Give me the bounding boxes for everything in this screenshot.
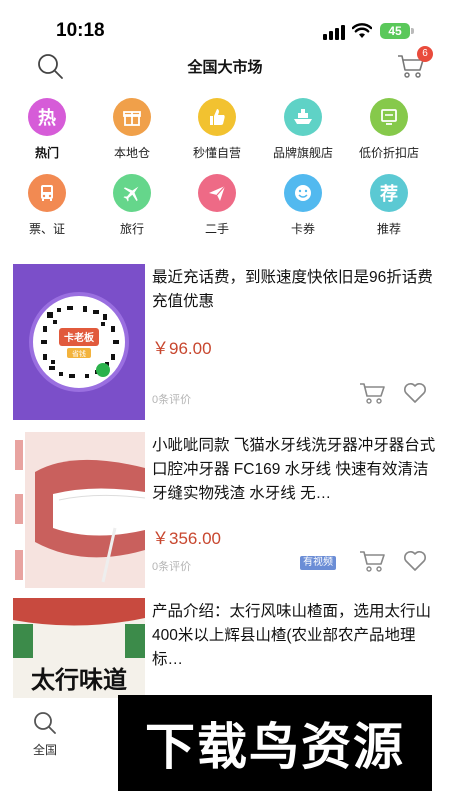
video-badge: 有视频 — [300, 556, 336, 570]
category-grid: 热 热门 本地仓 秒懂自营 品牌旗舰店 低价折扣店 票、证 旅行 二手 卡券 荐… — [0, 98, 450, 252]
page-title: 全国大市场 — [187, 59, 263, 76]
product-reviews: 0条评价 — [152, 394, 192, 406]
category-label: 热门 — [34, 146, 59, 160]
category-label: 票、证 — [28, 222, 65, 236]
header: 全国大市场 6 — [0, 46, 450, 86]
category-recommend[interactable]: 荐 推荐 — [349, 174, 429, 237]
category-label: 秒懂自营 — [192, 146, 241, 160]
paper-plane-icon — [198, 174, 236, 212]
recommend-icon: 荐 — [370, 174, 408, 212]
category-brand-store[interactable]: 品牌旗舰店 — [263, 98, 343, 161]
signal-icon — [323, 24, 345, 40]
add-to-cart-icon[interactable] — [358, 380, 388, 406]
product-title[interactable]: 小呲呲同款 飞猫水牙线洗牙器冲牙器台式口腔冲牙器 FC169 水牙线 快速有效清… — [152, 434, 437, 506]
add-to-cart-icon[interactable] — [358, 548, 388, 574]
smile-icon — [284, 174, 322, 212]
product-thumbnail[interactable] — [13, 432, 145, 588]
product-thumbnail[interactable]: 卡老板 省钱 — [13, 264, 145, 420]
status-time: 10:18 — [56, 20, 105, 41]
wifi-icon — [352, 23, 372, 38]
category-hot[interactable]: 热 热门 — [7, 98, 87, 161]
airplane-icon — [113, 174, 151, 212]
category-second-hand[interactable]: 二手 — [177, 174, 257, 237]
thumb-sub-text: 省钱 — [72, 349, 86, 358]
category-label: 低价折扣店 — [358, 146, 419, 160]
product-thumbnail[interactable]: 太行味道 — [13, 598, 145, 698]
battery-level: 45 — [380, 23, 410, 39]
watermark-text: 下载鸟资源 — [145, 718, 405, 776]
category-label: 二手 — [204, 222, 229, 236]
category-local-warehouse[interactable]: 本地仓 — [92, 98, 172, 161]
search-icon — [34, 712, 56, 734]
watermark: 下载鸟资源 — [118, 695, 432, 791]
gift-icon — [113, 98, 151, 136]
product-price: ￥356.00 — [152, 529, 221, 548]
nav-home-tab[interactable]: 全国 — [28, 710, 62, 758]
category-row: 热 热门 本地仓 秒懂自营 品牌旗舰店 低价折扣店 — [0, 98, 450, 176]
category-self-operated[interactable]: 秒懂自营 — [177, 98, 257, 161]
battery-tip — [411, 28, 414, 34]
favorite-icon[interactable] — [403, 550, 427, 572]
category-label: 推荐 — [376, 222, 401, 236]
ship-icon — [284, 98, 322, 136]
product-title[interactable]: 最近充话费，到账速度快依旧是96折话费充值优惠 — [152, 266, 437, 314]
screen-icon — [370, 98, 408, 136]
category-travel[interactable]: 旅行 — [92, 174, 172, 237]
product-reviews: 0条评价 — [152, 561, 192, 573]
thumb-brand-text: 卡老板 — [64, 331, 95, 344]
status-bar: 10:18 45 — [0, 0, 450, 46]
thumbs-up-icon — [198, 98, 236, 136]
category-label: 品牌旗舰店 — [272, 146, 333, 160]
category-label: 本地仓 — [113, 146, 150, 160]
thumb-brand-text: 太行味道 — [31, 665, 127, 694]
favorite-icon[interactable] — [403, 382, 427, 404]
product-title[interactable]: 产品介绍：太行风味山楂面，选用太行山400米以上辉县山楂(农业部农产品地理标… — [152, 600, 437, 672]
category-coupons[interactable]: 卡券 — [263, 174, 343, 237]
fire-icon: 热 — [28, 98, 66, 136]
bus-icon — [28, 174, 66, 212]
category-discount-store[interactable]: 低价折扣店 — [349, 98, 429, 161]
category-row: 票、证 旅行 二手 卡券 荐 推荐 — [0, 174, 450, 252]
category-label: 卡券 — [290, 222, 315, 236]
product-price: ￥96.00 — [152, 339, 212, 358]
nav-home-label: 全国 — [32, 743, 57, 757]
category-label: 旅行 — [119, 222, 144, 236]
category-tickets[interactable]: 票、证 — [7, 174, 87, 237]
cart-badge: 6 — [417, 46, 433, 62]
